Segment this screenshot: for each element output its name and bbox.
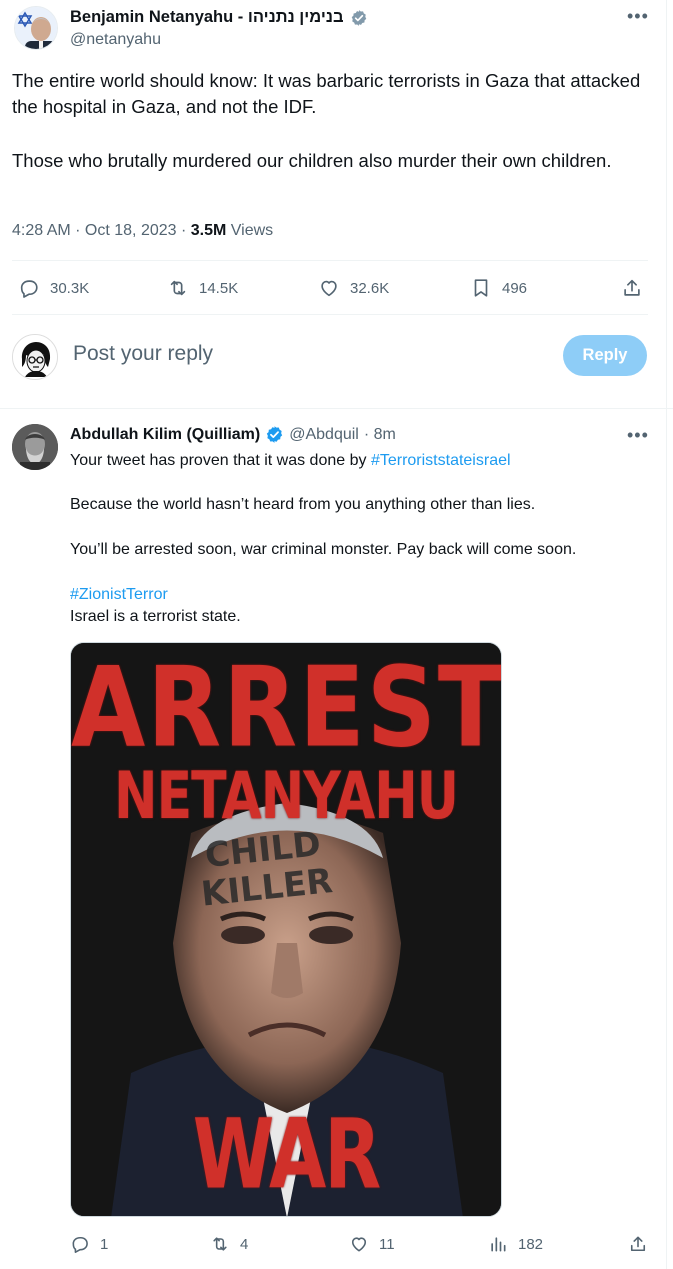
reply-action[interactable]: 30.3K [18,277,89,299]
attached-image[interactable]: ARREST NETANYAHU CHILD KILLER WAR CRIMIN… [70,642,502,1217]
views-count: 182 [518,1235,544,1253]
bookmark-icon [474,279,488,297]
reply-button[interactable]: Reply [563,335,647,376]
share-icon [630,1236,646,1252]
display-name[interactable]: Benjamin Netanyahu - בנימין נתניהו [70,8,368,27]
reply-text-line-2: Because the world hasn’t heard from you … [70,496,536,513]
analytics-icon [491,1237,506,1252]
poster-subheading: NETANYAHU [114,759,459,834]
divider [12,260,648,261]
reply-icon [20,280,38,298]
more-options-icon[interactable]: ••• [627,6,649,27]
reply-count: 1 [100,1235,109,1253]
avatar[interactable] [14,6,58,50]
hashtag-link[interactable]: #Terroriststateisrael [371,452,511,469]
heart-icon [351,1237,367,1252]
verified-gray-icon [351,9,366,26]
reply-time[interactable]: · 8m [364,426,396,444]
repost-icon [213,1237,227,1251]
handle[interactable]: @netanyahu [70,31,161,49]
repost-action[interactable]: 4 [210,1234,248,1254]
my-avatar[interactable] [12,334,58,380]
reply-header: Abdullah Kilim (Quilliam) @Abdquil · 8m [70,425,396,444]
like-count: 11 [379,1235,395,1253]
hashtag-link[interactable]: #ZionistTerror [70,584,168,606]
avatar-image [15,7,57,49]
tweet-text: The entire world should know: It was bar… [12,68,652,202]
share-action[interactable] [628,1234,648,1254]
verified-blue-icon [267,426,283,443]
reply-avatar[interactable] [12,424,58,470]
bookmark-action[interactable]: 496 [470,277,527,299]
avatar-image [13,335,57,379]
repost-count: 4 [240,1235,249,1253]
tweet-paragraph-2: Those who brutally murdered our children… [12,150,612,171]
like-action[interactable]: 11 [349,1234,395,1254]
like-count: 32.6K [350,279,390,297]
repost-icon [170,280,186,296]
column-border [666,409,667,1269]
reply-text: Your tweet has proven that it was done b… [70,452,371,469]
poster-footer: WAR CRIMINAL [91,1099,483,1216]
divider [12,314,648,315]
reply-action[interactable]: 1 [70,1234,108,1254]
bookmark-count: 496 [502,279,528,297]
reply-icon [72,1236,88,1253]
section-divider [0,408,673,409]
share-action[interactable] [621,277,643,299]
avatar-image [12,424,58,470]
views-label: Views [226,222,274,239]
views-action[interactable]: 182 [488,1234,543,1254]
column-border [666,0,667,408]
poster-stamp: CHILD KILLER [195,824,334,915]
reply-count: 30.3K [50,279,90,297]
tweet-meta: 4:28 AM · Oct 18, 2023 · 3.5M Views [12,222,273,240]
tweet-paragraph-1: The entire world should know: It was bar… [12,70,641,117]
reply-display-name[interactable]: Abdullah Kilim (Quilliam) [70,426,260,444]
poster-heading: ARREST [71,643,502,772]
reply-input[interactable]: Post your reply [73,342,213,366]
reply-text-line-3: You’ll be arrested soon, war criminal mo… [70,541,577,558]
more-options-icon[interactable]: ••• [627,425,649,446]
repost-count: 14.5K [199,279,239,297]
heart-icon [321,280,337,297]
share-icon [624,279,640,296]
display-name-text: Benjamin Netanyahu - בנימין נתניהו [70,8,344,26]
views-count: 3.5M [190,222,227,239]
reply-text-line-4: Israel is a terrorist state. [70,608,241,625]
reply-text-line-1: Your tweet has proven that it was done b… [70,450,511,472]
like-action[interactable]: 32.6K [318,277,389,299]
repost-action[interactable]: 14.5K [167,277,238,299]
reply-handle[interactable]: @Abdquil [289,426,359,444]
timestamp[interactable]: 4:28 AM · Oct 18, 2023 · [12,222,191,239]
